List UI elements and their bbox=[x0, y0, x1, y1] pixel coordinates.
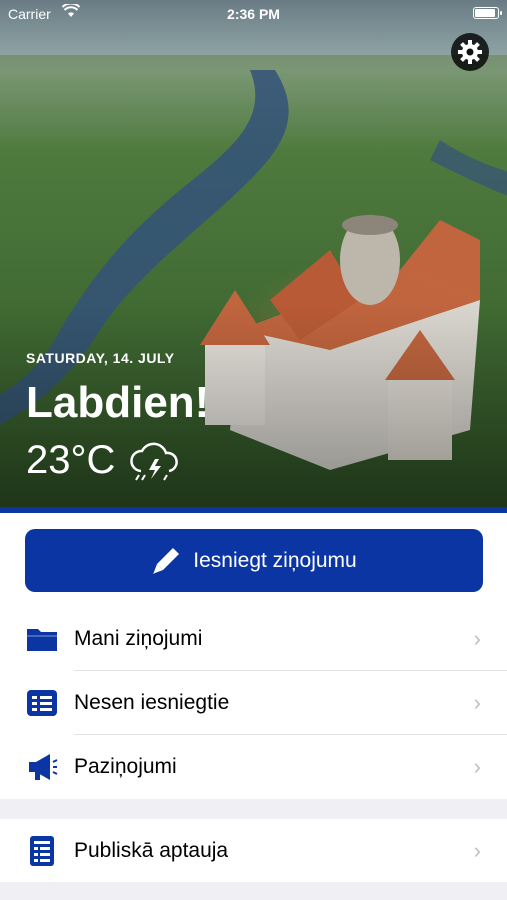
pen-icon bbox=[153, 547, 180, 574]
menu-item-notifications[interactable]: Paziņojumi › bbox=[0, 735, 507, 798]
settings-button[interactable] bbox=[451, 33, 489, 71]
bottom-spacer bbox=[0, 882, 507, 900]
clock: 2:36 PM bbox=[227, 6, 280, 22]
list-icon bbox=[27, 690, 57, 716]
thunder-cloud-icon bbox=[130, 442, 179, 481]
submit-report-label: Iesniegt ziņojumu bbox=[193, 548, 357, 572]
chevron-right-icon: › bbox=[473, 753, 481, 779]
greeting-title: Labdien! bbox=[26, 378, 210, 427]
menu-item-label: Nesen iesniegtie bbox=[74, 690, 230, 714]
menu-item-public-survey[interactable]: Publiskā aptauja › bbox=[0, 819, 507, 882]
menu-item-label: Mani ziņojumi bbox=[74, 626, 203, 650]
menu-item-label: Publiskā aptauja bbox=[74, 838, 229, 862]
menu-item-my-reports[interactable]: Mani ziņojumi › bbox=[0, 607, 507, 670]
date-label: SATURDAY, 14. JULY bbox=[26, 350, 175, 366]
menu-item-label: Paziņojumi bbox=[74, 754, 177, 778]
section-gap bbox=[0, 799, 507, 819]
menu-item-recent-submissions[interactable]: Nesen iesniegtie › bbox=[0, 671, 507, 734]
battery-icon bbox=[473, 7, 502, 19]
hero-image bbox=[0, 0, 507, 507]
chevron-right-icon: › bbox=[473, 625, 481, 651]
folder-icon bbox=[27, 629, 57, 651]
megaphone-icon bbox=[29, 754, 58, 780]
submit-report-button[interactable]: Iesniegt ziņojumu bbox=[25, 529, 483, 592]
survey-icon bbox=[30, 836, 54, 866]
chevron-right-icon: › bbox=[473, 837, 481, 863]
status-bar: Carrier 2:36 PM bbox=[0, 0, 507, 28]
gear-icon bbox=[458, 40, 482, 64]
temperature-value: 23°C bbox=[26, 438, 116, 482]
chevron-right-icon: › bbox=[473, 689, 481, 715]
weather-row: 23°C bbox=[26, 438, 181, 483]
